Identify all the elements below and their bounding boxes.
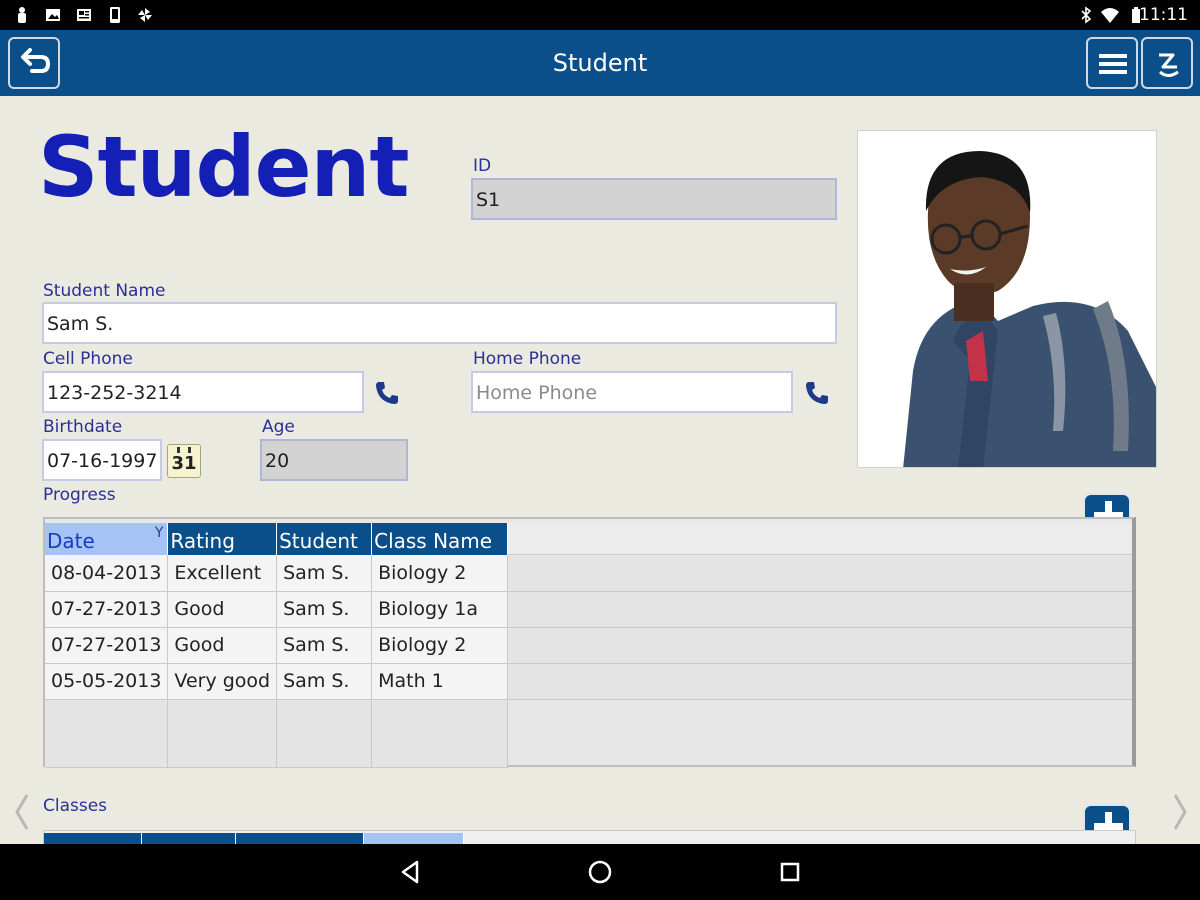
column-header-class-name[interactable]: Class Name [371, 523, 509, 555]
cell-student: Sam S. [276, 627, 373, 664]
signature-button[interactable] [1141, 37, 1193, 89]
cell-class-name: Biology 1a [371, 591, 509, 628]
cell-student: Sam S. [276, 555, 373, 592]
column-header-date[interactable]: Date Y [45, 523, 169, 555]
home-phone-label: Home Phone [473, 349, 582, 369]
table-row[interactable]: 05-05-2013 Very good Sam S. Math 1 [45, 663, 509, 700]
table-row[interactable]: 07-27-2013 Good Sam S. Biology 2 [45, 627, 509, 664]
progress-grid: Date Y Rating Student Class Name 08-04-20… [43, 517, 1136, 768]
recents-square-icon[interactable] [776, 858, 804, 886]
cell-class-name: Math 1 [371, 663, 509, 700]
page-heading: Student [38, 118, 410, 216]
empty-cell [167, 699, 278, 768]
cell-date: 08-04-2013 [45, 555, 169, 592]
cell-student: Sam S. [276, 591, 373, 628]
column-header-student[interactable]: Student [276, 523, 373, 555]
pinwheel-icon [138, 8, 152, 22]
back-triangle-icon[interactable] [397, 858, 425, 886]
column-header-rating[interactable]: Rating [167, 523, 278, 555]
cell-rating: Good [167, 591, 278, 628]
person-icon [18, 7, 26, 23]
classes-grid [43, 830, 1136, 844]
next-record-icon[interactable] [1170, 792, 1190, 832]
grid-header-filler [502, 523, 1132, 555]
home-phone-call-icon[interactable] [802, 378, 832, 408]
student-name-field[interactable]: Sam S. [42, 302, 837, 344]
id-label: ID [473, 156, 492, 176]
cell-phone-field[interactable]: 123-252-3214 [42, 371, 364, 413]
empty-cell [45, 699, 169, 768]
grid-row-filler [502, 556, 1132, 592]
phone-device-icon [110, 7, 120, 23]
app-bar-title: Student [552, 49, 648, 77]
id-field: S1 [471, 178, 837, 220]
filter-icon: Y [154, 525, 164, 541]
table-row[interactable]: 08-04-2013 Excellent Sam S. Biology 2 [45, 555, 509, 592]
grid-row-filler [502, 628, 1132, 664]
table-row[interactable]: 07-27-2013 Good Sam S. Biology 1a [45, 591, 509, 628]
cell-class-name: Biology 2 [371, 555, 509, 592]
cell-rating: Very good [167, 663, 278, 700]
home-phone-field[interactable]: Home Phone [471, 371, 793, 413]
age-field: 20 [260, 439, 408, 481]
cell-phone-label: Cell Phone [43, 349, 133, 369]
cell-date: 07-27-2013 [45, 591, 169, 628]
age-label: Age [262, 417, 295, 437]
cell-rating: Good [167, 627, 278, 664]
classes-column-header[interactable] [44, 833, 142, 844]
progress-table: Date Y Rating Student Class Name 08-04-20… [45, 523, 509, 768]
calendar-icon[interactable]: 31 [167, 444, 201, 478]
cell-date: 07-27-2013 [45, 627, 169, 664]
cell-phone-call-icon[interactable] [372, 378, 402, 408]
empty-cell [371, 699, 509, 768]
status-bar: 11:11 [0, 0, 1200, 30]
menu-button[interactable] [1086, 37, 1138, 89]
empty-row [45, 699, 509, 768]
bluetooth-icon [1081, 6, 1092, 24]
newspaper-icon [77, 9, 91, 21]
classes-column-header[interactable] [142, 833, 236, 844]
classes-column-header[interactable] [364, 833, 464, 844]
birthdate-label: Birthdate [43, 417, 123, 437]
cell-rating: Excellent [167, 555, 278, 592]
cell-class-name: Biology 2 [371, 627, 509, 664]
cell-date: 05-05-2013 [45, 663, 169, 700]
previous-record-icon[interactable] [12, 792, 32, 832]
empty-cell [276, 699, 373, 768]
grid-row-filler [502, 592, 1132, 628]
classes-label: Classes [43, 796, 108, 816]
image-icon [46, 9, 60, 21]
home-circle-icon[interactable] [586, 858, 614, 886]
wifi-icon [1101, 8, 1119, 23]
app-bar: Student [0, 30, 1200, 96]
classes-column-header[interactable] [236, 833, 364, 844]
column-header-label: Date [47, 529, 95, 553]
form-content: Student ID S1 Student Name Sam S. Cell P… [0, 96, 1200, 844]
student-name-label: Student Name [43, 281, 166, 301]
signature-icon [1159, 53, 1179, 77]
hamburger-menu-icon [1099, 54, 1127, 74]
cell-student: Sam S. [276, 663, 373, 700]
progress-label: Progress [43, 485, 116, 505]
clock: 11:11 [1139, 5, 1188, 25]
student-photo[interactable] [857, 130, 1157, 468]
birthdate-field[interactable]: 07-16-1997 [42, 439, 162, 481]
grid-row-filler [502, 664, 1132, 700]
system-nav-bar [0, 844, 1200, 900]
